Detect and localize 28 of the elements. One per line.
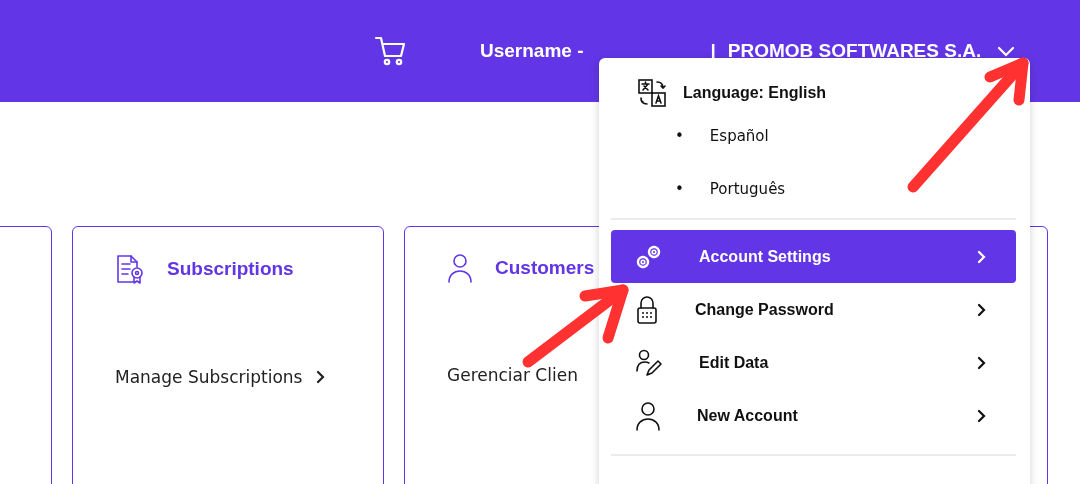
bullet: • bbox=[675, 126, 684, 146]
chevron-right-icon bbox=[316, 370, 326, 384]
certificate-icon bbox=[115, 253, 145, 285]
cart-icon[interactable] bbox=[374, 35, 406, 67]
person-edit-icon bbox=[635, 348, 663, 377]
card-title: Subscriptions bbox=[167, 258, 294, 280]
chevron-down-icon[interactable] bbox=[997, 45, 1016, 57]
username-label: Username - bbox=[480, 40, 584, 62]
card-title: Customers bbox=[495, 257, 595, 279]
language-option[interactable]: Português bbox=[709, 179, 786, 199]
menu-item[interactable]: Account Settings bbox=[611, 230, 1016, 283]
chevron-right-icon bbox=[977, 408, 986, 423]
chevron-right-icon bbox=[977, 302, 986, 317]
language-option[interactable]: Español bbox=[709, 126, 769, 146]
lock-icon bbox=[635, 294, 659, 325]
company-menu[interactable]: PROMOB SOFTWARES S.A. bbox=[727, 40, 982, 62]
card-link[interactable]: Manage Subscriptions bbox=[115, 367, 326, 387]
menu-item[interactable]: New Account bbox=[611, 389, 1016, 442]
chevron-right-icon bbox=[977, 355, 986, 370]
person-icon bbox=[447, 253, 473, 283]
bullet: • bbox=[675, 179, 684, 199]
translate-icon bbox=[637, 78, 667, 108]
menu-item[interactable]: Change Password bbox=[611, 283, 1016, 336]
card-link[interactable]: Gerenciar Clien bbox=[447, 365, 578, 385]
language-label: Language: English bbox=[683, 84, 827, 102]
menu-item[interactable]: Edit Data bbox=[611, 336, 1016, 389]
person-icon bbox=[635, 400, 661, 431]
chevron-right-icon bbox=[977, 249, 986, 264]
